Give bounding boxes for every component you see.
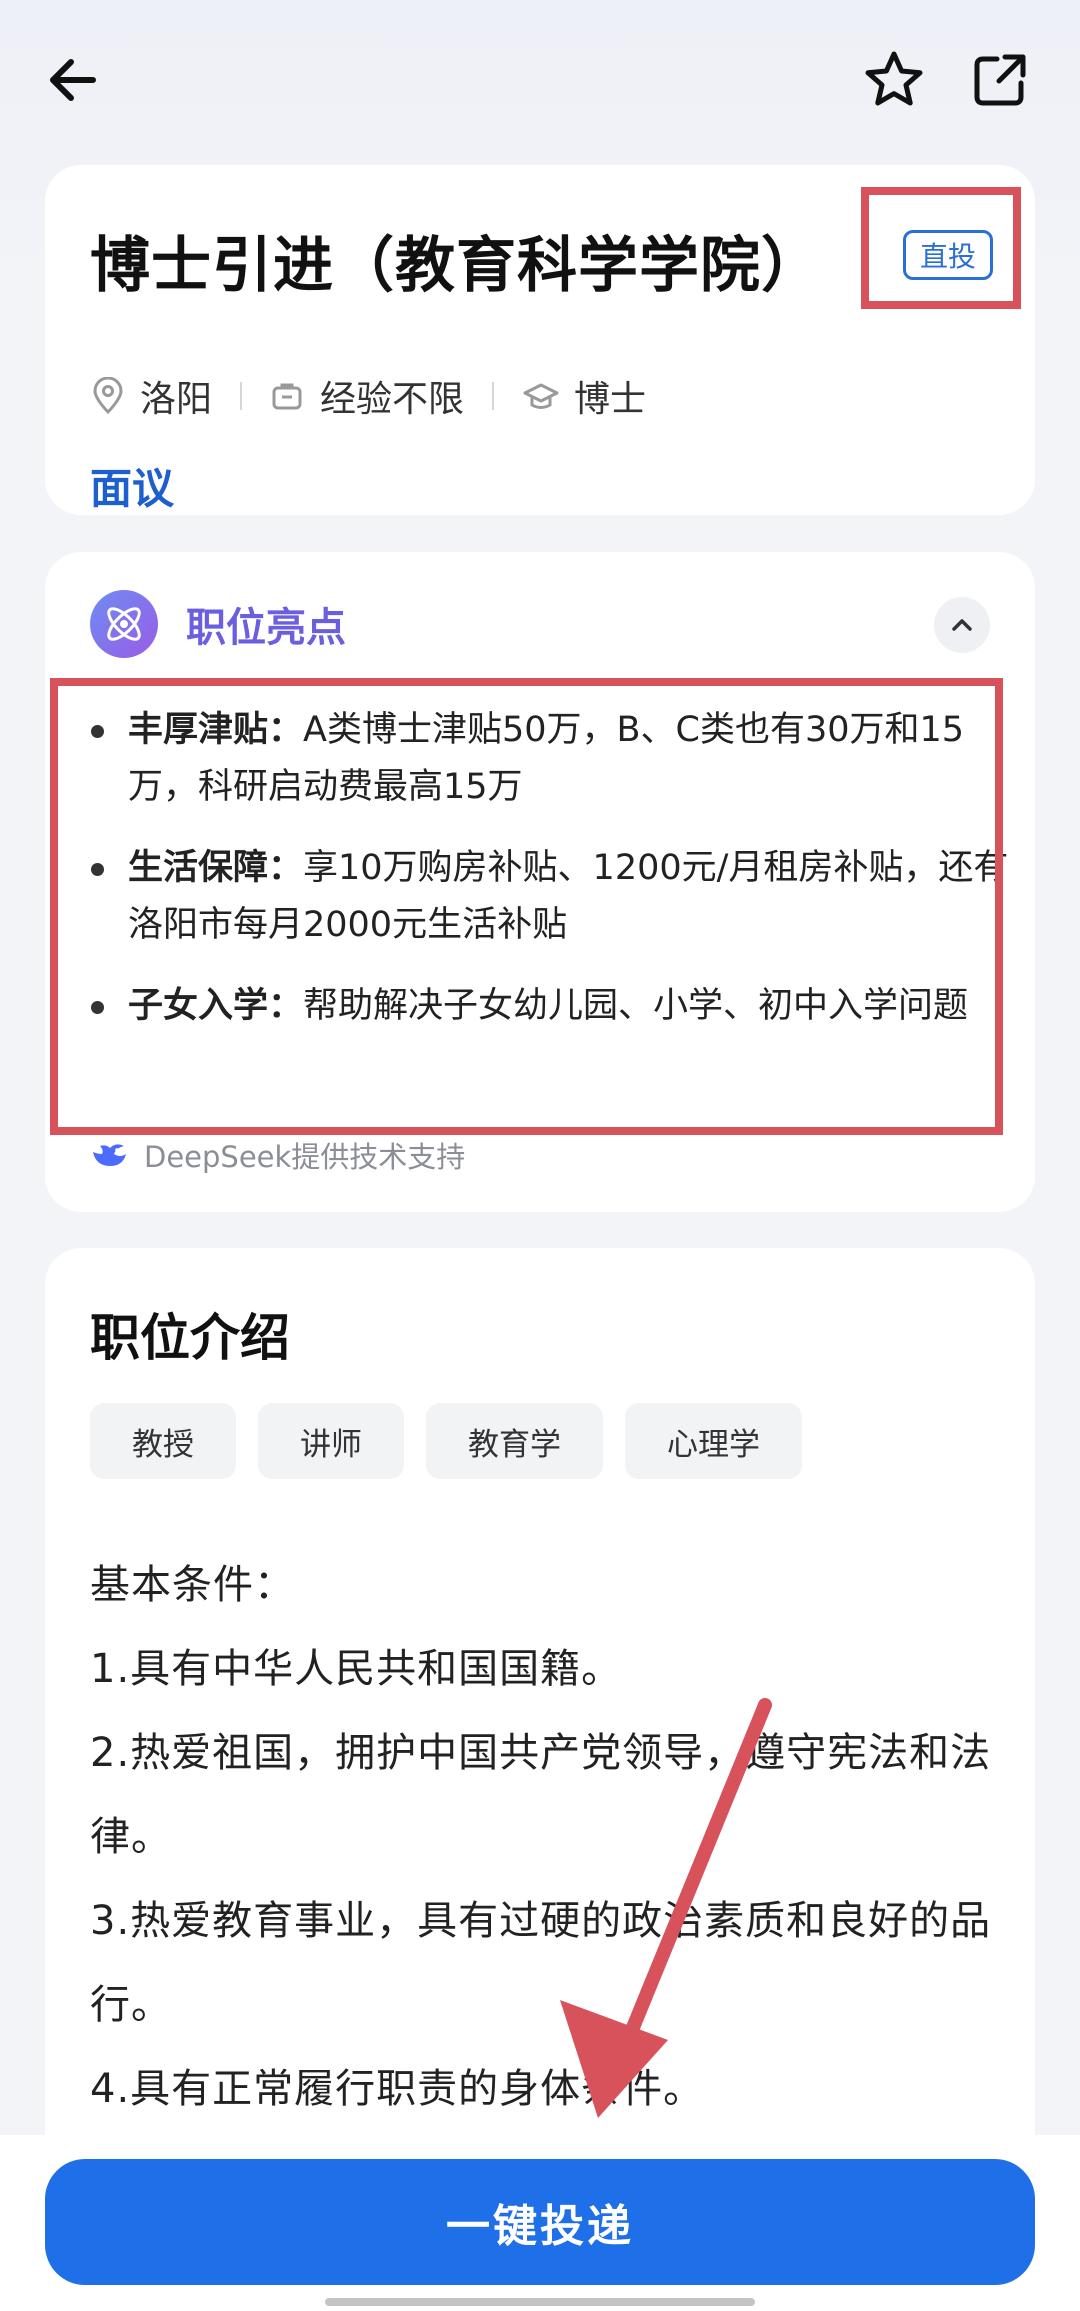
job-meta: 洛阳 经验不限 博士	[90, 370, 646, 422]
education-text: 博士	[574, 379, 647, 420]
requirements-text: 基本条件： 1.具有中华人民共和国国籍。 2.热爱祖国，拥护中国共产党领导，遵守…	[90, 1543, 1010, 2131]
highlights-header: 职位亮点	[90, 590, 346, 658]
requirement-line: 2.热爱祖国，拥护中国共产党领导，遵守宪法和法律。	[90, 1730, 992, 1860]
share-icon	[974, 54, 1026, 106]
favorite-button[interactable]	[854, 40, 934, 120]
divider	[492, 382, 495, 410]
annotation-box-badge	[861, 187, 1021, 309]
tag-list: 教授 讲师 教育学 心理学	[90, 1403, 824, 1479]
tag-item[interactable]: 教授	[90, 1403, 236, 1479]
deepseek-logo-icon	[93, 1144, 126, 1166]
highlights-title: 职位亮点	[186, 605, 346, 651]
powered-by: DeepSeek提供技术支持	[90, 1134, 465, 1176]
apply-button[interactable]: 一键投递	[45, 2159, 1035, 2285]
tag-item[interactable]: 讲师	[258, 1403, 404, 1479]
salary-text: 面议	[90, 464, 175, 513]
requirement-line: 1.具有中华人民共和国国籍。	[90, 1646, 623, 1692]
job-title: 博士引进（教育科学学院）	[90, 231, 822, 301]
atom-icon	[90, 590, 158, 658]
requirement-line: 4.具有正常履行职责的身体条件。	[90, 2066, 705, 2112]
location-text: 洛阳	[140, 379, 213, 420]
divider	[240, 382, 243, 410]
intro-title: 职位介绍	[90, 1309, 290, 1367]
powered-by-text: DeepSeek提供技术支持	[144, 1140, 466, 1174]
chevron-up-icon	[952, 619, 972, 631]
star-icon	[865, 51, 923, 106]
bottom-bar: 一键投递	[0, 2135, 1080, 2311]
job-intro-card: 职位介绍 教授 讲师 教育学 心理学 基本条件： 1.具有中华人民共和国国籍。 …	[45, 1248, 1035, 2248]
back-button[interactable]	[33, 40, 113, 120]
experience-text: 经验不限	[320, 379, 465, 420]
requirement-line: 3.热爱教育事业，具有过硬的政治素质和良好的品行。	[90, 1898, 992, 2028]
location-pin-icon	[93, 377, 123, 415]
tag-item[interactable]: 教育学	[426, 1403, 603, 1479]
home-indicator[interactable]	[325, 2298, 755, 2306]
top-bar	[0, 0, 1080, 160]
share-button[interactable]	[960, 40, 1040, 120]
briefcase-icon	[272, 383, 302, 410]
requirement-line: 基本条件：	[90, 1562, 295, 1608]
annotation-box-highlights	[50, 678, 1003, 1135]
collapse-button[interactable]	[934, 597, 990, 653]
graduation-cap-icon	[523, 383, 559, 409]
arrow-left-icon	[50, 59, 96, 101]
tag-item[interactable]: 心理学	[625, 1403, 802, 1479]
